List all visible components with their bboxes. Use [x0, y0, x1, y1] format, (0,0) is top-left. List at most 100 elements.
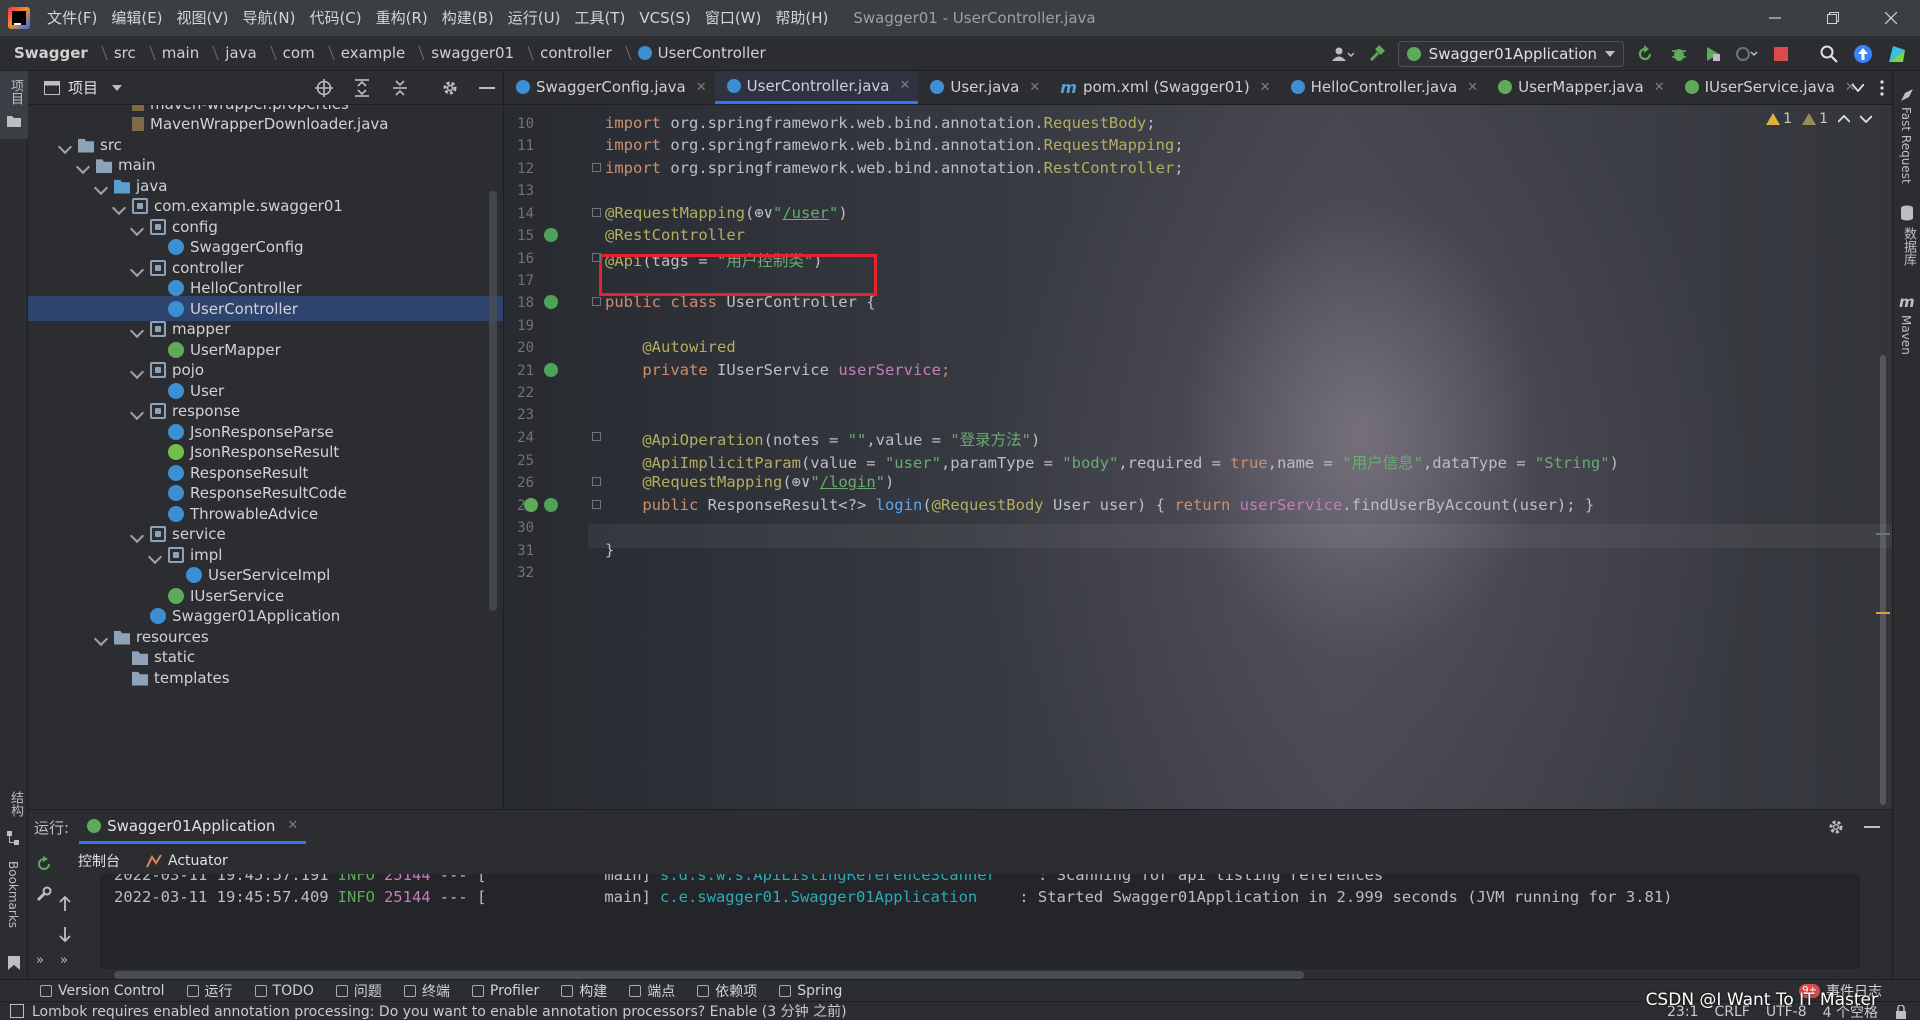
menu-item[interactable]: 工具(T) — [567, 0, 632, 36]
tool-window-button[interactable]: 运行 — [186, 981, 233, 1001]
tool-window-button[interactable]: 问题 — [335, 981, 382, 1001]
tool-window-button[interactable]: 端点 — [629, 981, 675, 1001]
project-tree-scrollbar[interactable] — [489, 191, 497, 611]
chevron-down-icon[interactable] — [129, 364, 145, 380]
rerun-icon[interactable] — [1632, 41, 1658, 67]
project-tool-button[interactable]: 项目 — [0, 71, 28, 139]
editor-tab[interactable]: IUserService.java ✕ — [1673, 71, 1864, 104]
tool-window-button[interactable]: Profiler — [471, 981, 539, 1001]
breadcrumb-item[interactable]: swagger01 — [431, 44, 514, 62]
editor-tab[interactable]: UserMapper.java ✕ — [1486, 71, 1673, 104]
breadcrumb-item[interactable]: src — [114, 44, 136, 62]
console-horizontal-scrollbar[interactable] — [114, 971, 1304, 979]
close-tab-icon[interactable]: ✕ — [1260, 80, 1271, 95]
lock-icon[interactable] — [1894, 1004, 1908, 1019]
chevron-down-icon[interactable] — [129, 262, 145, 277]
breadcrumb-item[interactable]: UserController — [658, 44, 766, 62]
close-tab-icon[interactable]: ✕ — [899, 78, 910, 93]
run-configuration-select[interactable]: Swagger01Application — [1397, 40, 1624, 67]
fold-marker-icon[interactable] — [592, 253, 601, 262]
editor-tab[interactable]: SwaggerConfig.java ✕ — [504, 71, 715, 104]
chevron-down-icon[interactable] — [1852, 84, 1864, 92]
hide-panel-icon[interactable] — [479, 86, 495, 90]
collapse-all-icon[interactable] — [391, 79, 409, 97]
menu-item[interactable]: 视图(V) — [170, 0, 236, 36]
chevron-down-icon[interactable] — [129, 405, 145, 421]
close-tab-icon[interactable]: ✕ — [1029, 80, 1040, 95]
tree-item[interactable]: templates — [28, 665, 503, 690]
bean-icon[interactable] — [544, 228, 558, 242]
run-with-coverage-icon[interactable] — [1700, 41, 1726, 67]
chevron-down-icon[interactable] — [57, 139, 73, 154]
breadcrumb-item[interactable]: com — [283, 44, 315, 62]
close-tab-icon[interactable]: ✕ — [1467, 80, 1478, 95]
profiler-icon[interactable] — [1734, 41, 1760, 67]
tool-window-button[interactable]: TODO — [254, 981, 314, 1001]
fold-marker-icon[interactable] — [592, 432, 601, 441]
tool-window-button[interactable]: Spring — [779, 981, 842, 1001]
structure-tool-label[interactable]: 结构 — [6, 791, 25, 817]
stop-icon[interactable] — [1768, 41, 1794, 67]
actuator-tab[interactable]: Actuator — [146, 853, 228, 869]
chevron-down-icon[interactable] — [129, 528, 145, 544]
chevron-down-icon[interactable] — [111, 200, 127, 216]
status-message[interactable]: Lombok requires enabled annotation proce… — [32, 1001, 847, 1020]
menu-item[interactable]: 编辑(E) — [104, 0, 169, 36]
inspection-widget[interactable]: 1 1 — [1766, 111, 1872, 127]
menu-item[interactable]: 文件(F) — [40, 0, 104, 36]
menu-item[interactable]: 代码(C) — [302, 0, 368, 36]
fold-marker-icon[interactable] — [592, 500, 601, 509]
plugin-logo-icon[interactable] — [1884, 41, 1910, 67]
chevron-down-icon[interactable] — [147, 549, 163, 564]
tool-window-button[interactable]: Version Control — [40, 981, 165, 1001]
chevron-down-icon[interactable] — [1860, 115, 1872, 123]
rerun-icon[interactable] — [36, 856, 52, 872]
debug-icon[interactable] — [1666, 41, 1692, 67]
minimize-button[interactable] — [1746, 0, 1804, 36]
gear-icon[interactable] — [1828, 819, 1844, 835]
chevron-down-icon[interactable] — [129, 323, 145, 339]
search-icon[interactable] — [1816, 41, 1842, 67]
fold-marker-icon[interactable] — [592, 163, 601, 172]
console-tab[interactable]: 控制台 — [78, 851, 120, 871]
arrow-down-icon[interactable] — [58, 926, 72, 942]
user-icon[interactable] — [1330, 41, 1356, 67]
close-tab-icon[interactable]: ✕ — [1654, 80, 1665, 95]
bean-icon[interactable] — [544, 363, 558, 377]
tool-window-button[interactable]: 依赖项 — [697, 981, 757, 1001]
fold-marker-icon[interactable] — [592, 477, 601, 486]
breadcrumb-item[interactable]: controller — [540, 44, 612, 62]
menu-item[interactable]: 帮助(H) — [768, 0, 835, 36]
database-tool-label[interactable]: 数据库 — [1899, 227, 1918, 266]
console-output[interactable]: 2022-03-11 19:45:57.191 INFO 25144 --- [mai… — [100, 874, 1860, 969]
chevron-down-icon[interactable] — [75, 159, 91, 175]
wrench-icon[interactable] — [36, 886, 52, 902]
bookmarks-tool-label[interactable]: Bookmarks — [6, 861, 20, 928]
expand-all-icon[interactable] — [353, 79, 371, 97]
bean-icon[interactable] — [544, 498, 558, 512]
maven-tool-label[interactable]: Maven — [1899, 315, 1913, 355]
layout-toggle-icon[interactable] — [10, 1004, 24, 1018]
update-icon[interactable] — [1850, 41, 1876, 67]
intellij-logo-icon[interactable] — [8, 7, 30, 29]
tool-window-button[interactable]: 构建 — [561, 981, 607, 1001]
menu-item[interactable]: 导航(N) — [236, 0, 303, 36]
menu-item[interactable]: 构建(B) — [435, 0, 501, 36]
project-panel-title[interactable]: 项目 — [68, 77, 98, 98]
build-hammer-icon[interactable] — [1364, 41, 1390, 67]
more-icon[interactable]: » — [60, 953, 68, 968]
locate-icon[interactable] — [315, 79, 333, 97]
editor-tab[interactable]: User.java ✕ — [918, 71, 1048, 104]
fold-marker-icon[interactable] — [592, 297, 601, 306]
close-tab-icon[interactable]: ✕ — [696, 80, 707, 95]
close-tab-icon[interactable]: ✕ — [287, 818, 298, 833]
chevron-down-icon[interactable] — [93, 180, 109, 195]
editor-scrollbar[interactable] — [1874, 105, 1892, 809]
more-icon[interactable]: » — [36, 953, 44, 968]
editor-scrollbar-thumb[interactable] — [1880, 355, 1886, 805]
chevron-down-icon[interactable] — [112, 84, 123, 91]
run-tab[interactable]: Swagger01Application ✕ — [79, 810, 307, 844]
run-method-icon[interactable] — [524, 498, 538, 512]
gear-icon[interactable] — [441, 79, 459, 97]
fold-marker-icon[interactable] — [592, 208, 601, 217]
